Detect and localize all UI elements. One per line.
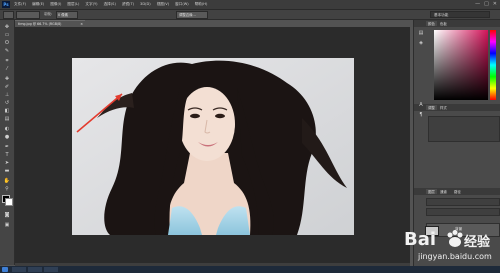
gradient-tool-icon[interactable]: ▤ [3,116,11,122]
menu-edit[interactable]: 编辑(E) [32,2,44,7]
tab-layers[interactable]: 图层 [426,189,437,194]
menu-window[interactable]: 窗口(W) [175,2,189,7]
selection-mode-buttons[interactable] [16,11,40,19]
path-select-tool-icon[interactable]: ➤ [3,160,11,166]
history-brush-tool-icon[interactable]: ↺ [3,100,11,106]
healing-tool-icon[interactable]: ✚ [3,76,11,82]
document-tab-title: timg.jpg @ 66.7% (RGB/8) [18,22,62,26]
watermark-url: jingyan.baidu.com [418,252,492,261]
tab-color[interactable]: 颜色 [426,21,437,26]
baidu-jingyan-watermark: Bai 经验 jingyan.baidu.com [404,225,494,265]
hand-tool-icon[interactable]: ✋ [3,178,11,184]
refine-edge-button[interactable]: 调整边缘... [176,11,208,19]
watermark-brand-right: 经验 [464,235,491,250]
tool-preset-picker[interactable] [3,11,14,19]
menu-3d[interactable]: 3D(D) [140,2,151,7]
window-controls: — □ ✕ [475,1,497,7]
color-panel-tabs: 颜色 色板 [414,20,500,27]
quick-select-tool-icon[interactable]: ✎ [3,48,11,54]
menu-select[interactable]: 选择(S) [104,2,116,7]
lasso-tool-icon[interactable]: ʘ [3,40,11,46]
character-panel-icon[interactable]: A [416,102,426,108]
feather-label: 羽化: [44,12,53,16]
background-color-swatch[interactable] [5,198,13,206]
history-panel-icon[interactable]: ▤ [416,30,426,36]
options-bar: 羽化: 0 像素 调整边缘... 基本功能 [0,10,500,20]
menu-image[interactable]: 图像(I) [50,2,61,7]
feather-field[interactable]: 0 像素 [56,11,78,19]
eraser-tool-icon[interactable]: ◧ [3,108,11,114]
properties-panel [428,116,500,142]
zoom-tool-icon[interactable]: ⚲ [3,186,11,192]
blend-mode-select[interactable] [426,208,500,216]
baidu-paw-icon [447,230,463,247]
crop-tool-icon[interactable]: ⌗ [3,58,11,64]
workspace-select[interactable]: 基本功能 [430,11,490,18]
hue-slider[interactable] [490,30,496,100]
brush-presets-icon[interactable]: ◈ [416,40,426,46]
maximize-button[interactable]: □ [484,1,489,7]
brush-tool-icon[interactable]: ✐ [3,84,11,90]
refine-edge-label: 调整边缘... [179,13,196,17]
quick-mask-icon[interactable]: ◙ [3,212,11,218]
dodge-tool-icon[interactable]: ● [3,134,11,140]
menu-view[interactable]: 视图(V) [157,2,169,7]
tab-paths[interactable]: 路径 [454,189,461,194]
menu-bar: Ps 文件(F) 编辑(E) 图像(I) 图层(L) 文字(Y) 选择(S) 滤… [0,0,500,10]
document-close-icon[interactable]: × [80,22,83,26]
minimize-button[interactable]: — [475,1,480,7]
stamp-tool-icon[interactable]: ⊥ [3,92,11,98]
start-button-icon[interactable] [2,267,8,272]
blur-tool-icon[interactable]: ◐ [3,126,11,132]
adjust-panel-tabs: 调整 样式 [414,104,500,111]
screen-mode-icon[interactable]: ▣ [3,222,11,228]
menu-file[interactable]: 文件(F) [14,2,26,7]
pen-tool-icon[interactable]: ✒ [3,144,11,150]
close-button[interactable]: ✕ [493,1,497,7]
main-menu: 文件(F) 编辑(E) 图像(I) 图层(L) 文字(Y) 选择(S) 滤镜(T… [14,2,207,7]
taskbar-app-3[interactable] [44,267,58,272]
eyedropper-tool-icon[interactable]: ⁄ [3,66,11,72]
tab-swatches[interactable]: 色板 [440,21,447,26]
menu-filter[interactable]: 滤镜(T) [122,2,134,7]
windows-taskbar [0,266,500,273]
taskbar-app-1[interactable] [12,267,26,272]
layers-panel-tabs: 图层 通道 路径 [414,188,500,195]
shape-tool-icon[interactable]: ▬ [3,168,11,174]
photoshop-logo-icon: Ps [2,1,10,8]
tools-panel: ✥ ▭ ʘ ✎ ⌗ ⁄ ✚ ✐ ⊥ ↺ ◧ ▤ ◐ ● ✒ T ➤ ▬ ✋ ⚲ … [0,20,15,265]
layer-filter-bar[interactable] [426,198,500,206]
taskbar-app-2[interactable] [28,267,42,272]
feather-value: 0 像素 [58,13,69,17]
menu-layer[interactable]: 图层(L) [67,2,79,7]
paragraph-panel-icon[interactable]: ¶ [416,112,426,118]
tab-styles[interactable]: 样式 [440,105,447,110]
tab-adjustments[interactable]: 调整 [426,105,437,110]
red-arrow-annotation [76,93,123,133]
color-picker-field[interactable] [434,30,488,100]
marquee-tool-icon[interactable]: ▭ [3,32,11,38]
menu-help[interactable]: 帮助(H) [195,2,208,7]
type-tool-icon[interactable]: T [3,152,11,158]
watermark-brand-left: Bai [404,229,437,250]
move-tool-icon[interactable]: ✥ [3,24,11,30]
menu-type[interactable]: 文字(Y) [85,2,97,7]
tab-channels[interactable]: 通道 [440,189,447,194]
